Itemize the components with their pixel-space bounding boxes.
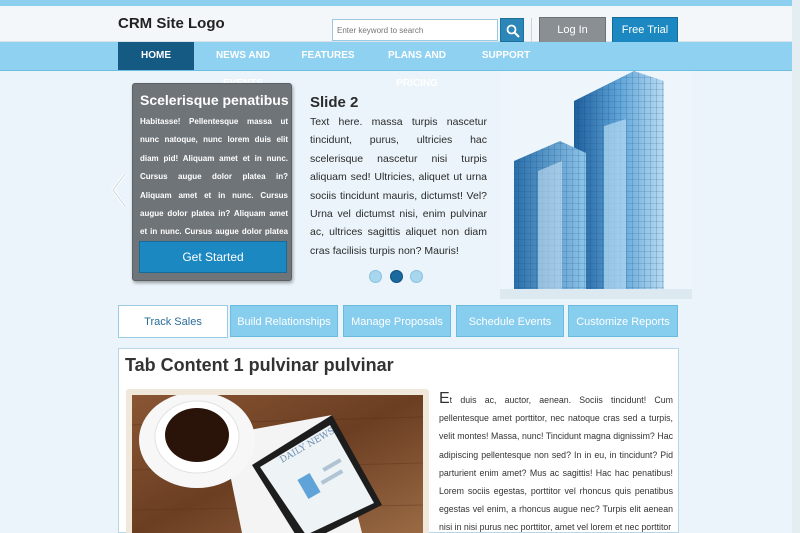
search-input[interactable]: [332, 19, 498, 41]
search-button[interactable]: [500, 18, 524, 42]
slide-text: Text here. massa turpis nascetur tincidu…: [310, 116, 487, 257]
tab-manage-proposals[interactable]: Manage Proposals: [343, 305, 451, 337]
nav-item-support[interactable]: SUPPORT: [480, 42, 532, 70]
tab-build-relationships[interactable]: Build Relationships: [230, 305, 338, 337]
site-logo[interactable]: CRM Site Logo: [118, 15, 225, 32]
hero-cta-panel: Scelerisque penatibus Habitasse! Pellent…: [132, 83, 292, 281]
slide-title: Slide 2: [310, 94, 359, 111]
slide-dot-2[interactable]: [390, 270, 403, 283]
coffee-tablet-photo: DAILY NEWS: [132, 395, 423, 533]
cta-title: Scelerisque penatibus: [140, 92, 289, 108]
nav-item-home[interactable]: HOME: [118, 42, 194, 70]
chevron-left-icon[interactable]: [110, 172, 128, 208]
login-button[interactable]: Log In: [539, 17, 606, 43]
main-nav: HOME NEWS AND EVENTS FEATURES PLANS AND …: [0, 42, 800, 89]
dropcap-letter: E: [439, 390, 450, 407]
tab-content-title: Tab Content 1 pulvinar pulvinar: [125, 355, 394, 375]
nav-item-features[interactable]: FEATURES: [300, 42, 356, 70]
cta-text: Habitasse! Pellentesque massa ut nunc na…: [140, 117, 288, 255]
tab-customize-reports[interactable]: Customize Reports: [568, 305, 678, 337]
tab-content-text: Et duis ac, auctor, aenean. Sociis tinci…: [439, 390, 673, 533]
slide-dot-1[interactable]: [369, 270, 382, 283]
tab-content-body: t duis ac, auctor, aenean. Sociis tincid…: [439, 395, 673, 533]
content-photo-frame: DAILY NEWS: [126, 389, 429, 533]
nav-item-plans-and-pricing[interactable]: PLANS AND PRICING: [370, 42, 464, 89]
get-started-button[interactable]: Get Started: [139, 241, 287, 273]
tab-content-panel: Tab Content 1 pulvinar pulvinar DAILY NE…: [118, 348, 679, 533]
photo-illustration: DAILY NEWS: [132, 395, 423, 533]
feature-tabs: Track Sales Build Relationships Manage P…: [118, 305, 678, 338]
header-divider: [531, 18, 532, 42]
nav-item-news-and-events[interactable]: NEWS AND EVENTS: [198, 42, 288, 89]
tab-schedule-events[interactable]: Schedule Events: [456, 305, 564, 337]
vertical-scrollbar[interactable]: [792, 0, 800, 533]
tab-track-sales[interactable]: Track Sales: [118, 305, 228, 338]
building-image: [500, 71, 692, 299]
site-header: CRM Site Logo Log In Free Trial: [0, 6, 800, 43]
search-icon: [506, 24, 520, 38]
free-trial-button[interactable]: Free Trial: [612, 17, 678, 43]
slide-dot-3[interactable]: [410, 270, 423, 283]
